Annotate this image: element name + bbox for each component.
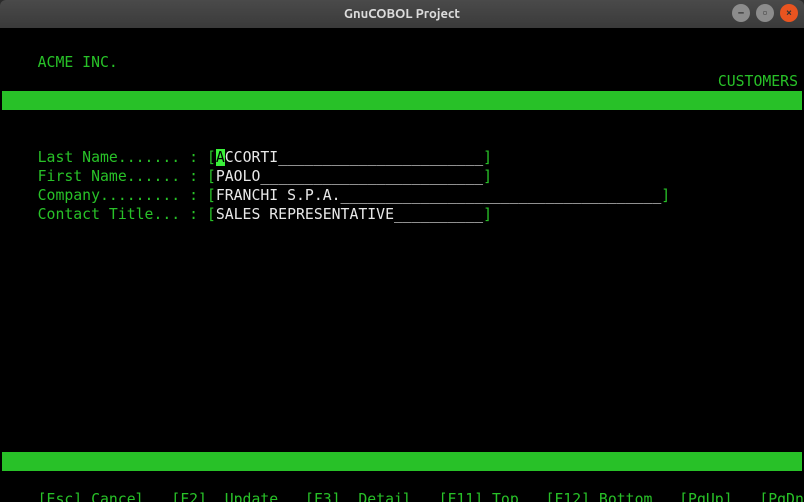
window-title: GnuCOBOL Project	[344, 7, 460, 21]
window-titlebar: GnuCOBOL Project – ◦ ×	[0, 0, 804, 28]
fkey-pgup[interactable]: [PgUp]	[679, 491, 732, 502]
window-minimize-button[interactable]: –	[732, 4, 750, 22]
contact-title-label: Contact Title... :	[38, 206, 207, 223]
header-company: ACME INC.	[38, 54, 118, 71]
window-close-button[interactable]: ×	[780, 4, 798, 22]
fkey-pgdn[interactable]: [PgDn]	[759, 491, 804, 502]
fkey-f2[interactable]: [F2] Update	[171, 491, 278, 502]
file-path-bar: [../FIL/CUSTOMERS.IDX - EDIT]	[38, 111, 296, 128]
contact-title-input[interactable]: SALES REPRESENTATIVE	[216, 206, 394, 223]
fkey-f3[interactable]: [F3] Detail	[305, 491, 412, 502]
fkey-f11[interactable]: [F11] Top	[439, 491, 519, 502]
terminal-screen: ACME INC. CUSTOMERS Thursday, July 4, 20…	[0, 28, 804, 502]
fkey-esc[interactable]: [Esc] Cancel	[38, 491, 145, 502]
field-open-bracket: [	[207, 206, 216, 223]
field-close-bracket: ]	[483, 206, 492, 223]
fkey-f12[interactable]: [F12] Bottom	[545, 491, 652, 502]
window-maximize-button[interactable]: ◦	[756, 4, 774, 22]
field-pad: __________	[394, 206, 483, 223]
